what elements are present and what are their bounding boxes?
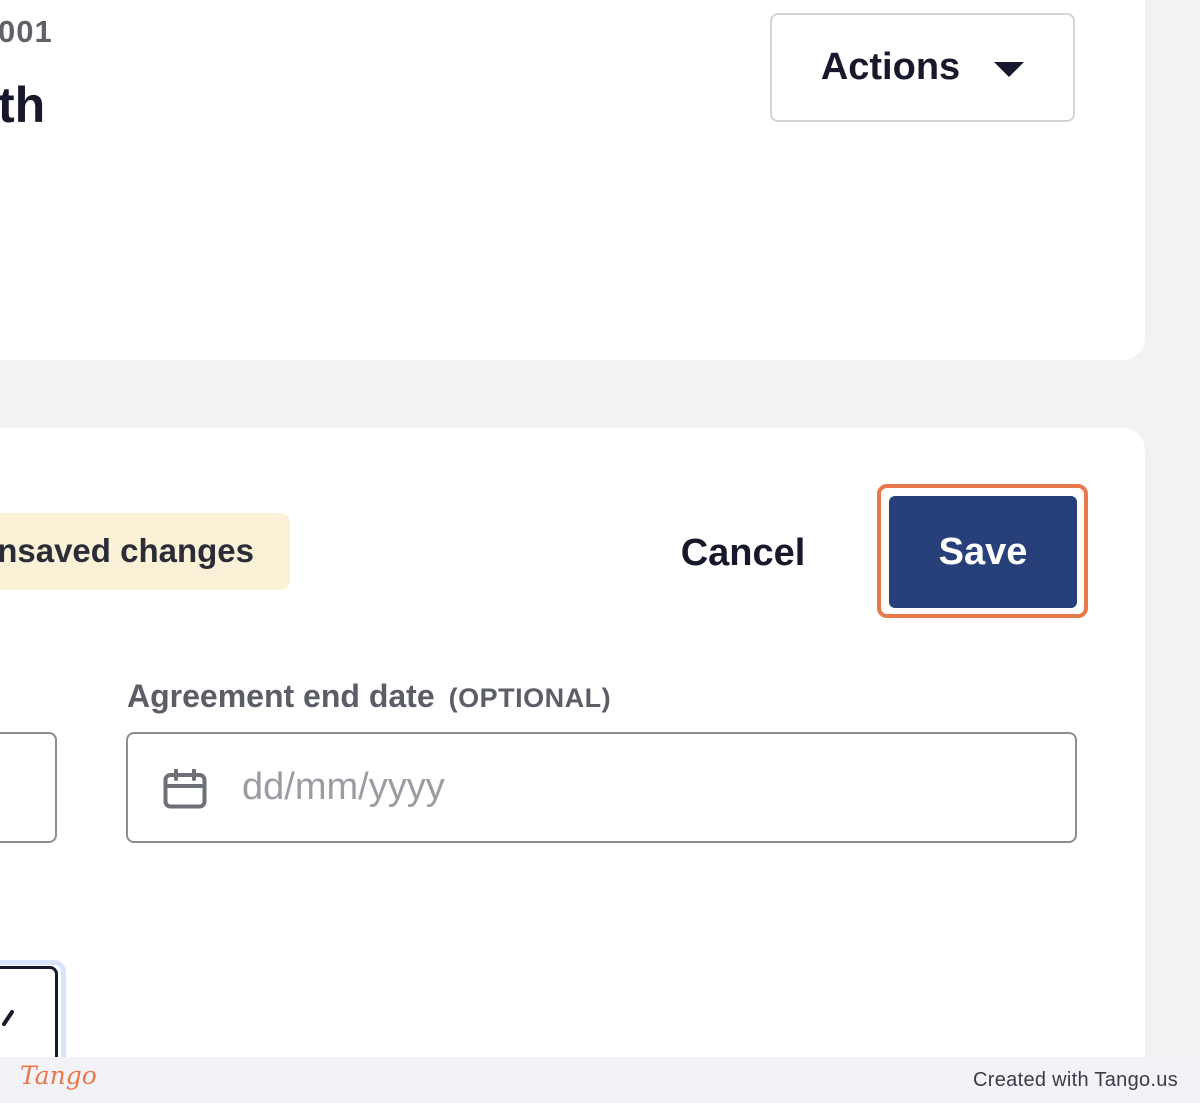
page-title: th: [0, 77, 46, 133]
optional-tag: (OPTIONAL): [448, 683, 612, 713]
tango-logo: Tango: [20, 1061, 97, 1090]
agreement-end-date-input[interactable]: [242, 734, 1042, 841]
cancel-button[interactable]: Cancel: [650, 515, 836, 591]
record-header-card: 001 th Actions: [0, 0, 1145, 360]
agreement-end-date-label: Agreement end date (OPTIONAL): [127, 678, 611, 715]
footer-bar: Tango Created with Tango.us: [0, 1057, 1200, 1103]
footer-credit: Created with Tango.us: [973, 1069, 1178, 1091]
actions-button-label: Actions: [820, 46, 961, 88]
agreement-end-date-label-text: Agreement end date: [127, 678, 435, 714]
record-reference-number: 001: [0, 14, 53, 49]
chevron-down-icon: [994, 62, 1025, 77]
select-chevron-icon: [2, 1010, 14, 1026]
save-button[interactable]: Save: [889, 496, 1077, 608]
unsaved-changes-label: Unsaved changes: [0, 532, 254, 569]
calendar-icon: [163, 769, 207, 809]
agreement-start-date-field[interactable]: [0, 732, 57, 843]
actions-dropdown-button[interactable]: Actions: [770, 13, 1075, 122]
agreement-end-date-field[interactable]: [126, 732, 1077, 843]
unsaved-changes-badge: Unsaved changes: [0, 513, 290, 590]
